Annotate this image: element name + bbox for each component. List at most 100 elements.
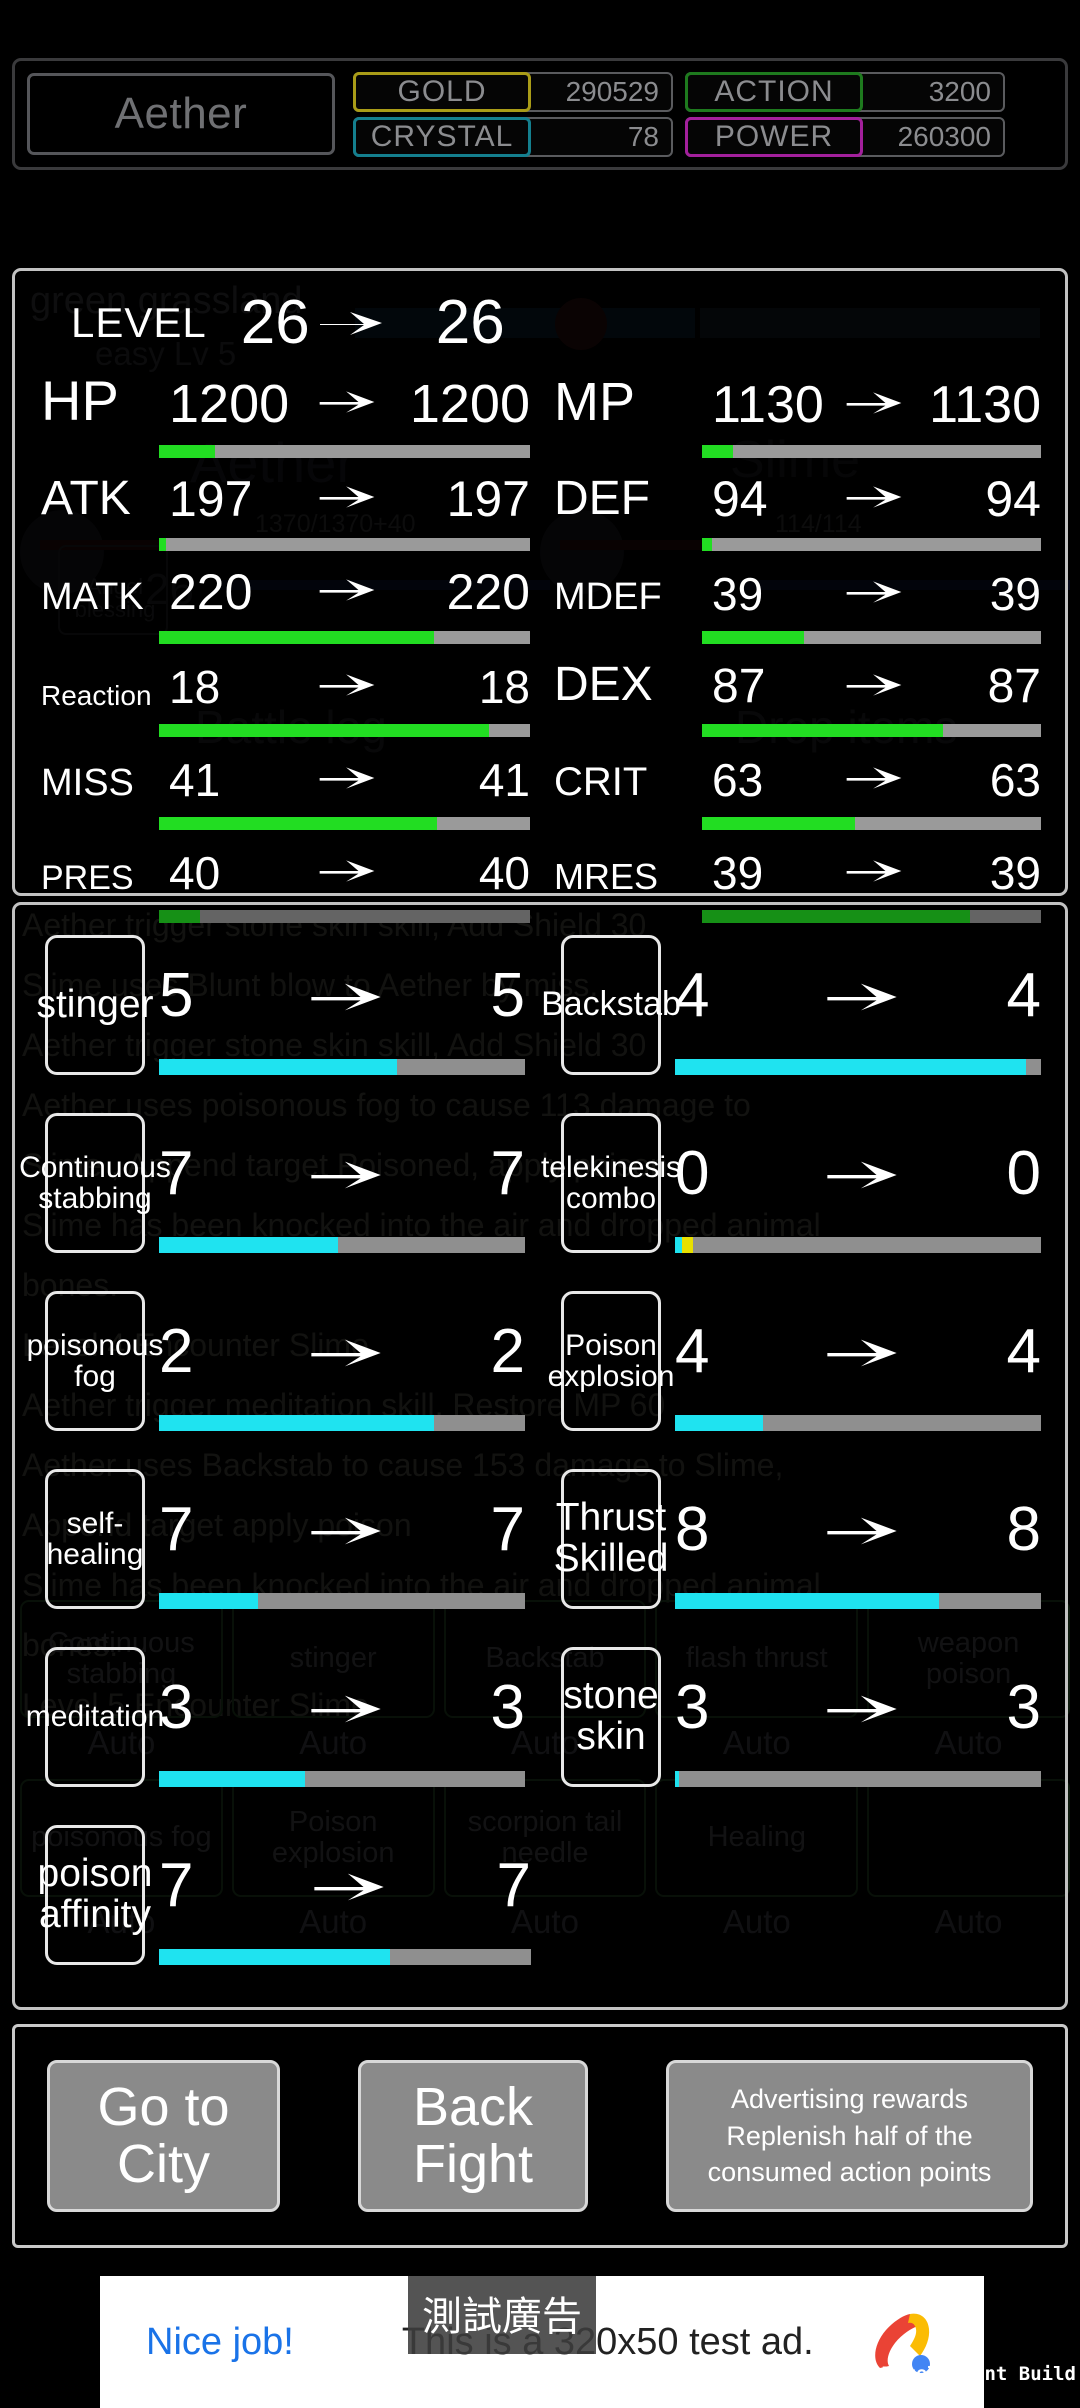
resource-action[interactable]: ACTION 3200 [685, 71, 1005, 112]
stat-bar-fill [159, 817, 438, 830]
arrow-right-icon [314, 1868, 384, 1902]
arrow-right-icon [311, 1690, 381, 1724]
arrow-right-icon [319, 387, 381, 421]
arrow-right-icon [846, 856, 908, 890]
skill-from-value: 4 [675, 1316, 710, 1386]
skill-to-value: 7 [490, 1138, 525, 1208]
skill-to-value: 3 [1006, 1672, 1041, 1742]
skill-values: 88 [675, 1483, 1041, 1575]
stat-row-miss: MISS 41 41 [41, 739, 530, 830]
stat-values-pres: 40 40 [159, 846, 530, 900]
ad-cta-text: Nice job! [146, 2321, 294, 2363]
arrow-right-icon [319, 856, 381, 890]
stat-row-def: DEF 94 94 [554, 460, 1041, 551]
stat-label-mdef: MDEF [554, 576, 662, 618]
stat-from-def: 94 [712, 471, 768, 527]
stat-label-def: DEF [554, 472, 650, 525]
skill-progress-fill [675, 1593, 939, 1609]
stat-label-hp: HP [41, 369, 119, 432]
skill-to-value: 2 [490, 1316, 525, 1386]
skill-button[interactable]: poison affinity [38, 1825, 152, 1965]
arrow-right-icon [319, 670, 381, 704]
skill-progress-fill [159, 1771, 306, 1787]
skills-panel: stinger 5 5 Backstab 4 4 Continuous stabbing 7 7… [12, 902, 1068, 2010]
skill-progress-bar [675, 1593, 1041, 1609]
back-fight-button[interactable]: Back Fight [358, 2060, 589, 2212]
stat-bar-dex [702, 724, 1041, 737]
skill-cell: meditation 3 3 [26, 1637, 533, 1809]
stat-row-crit: CRIT 63 63 [554, 739, 1041, 830]
skill-from-value: 7 [159, 1494, 194, 1564]
level-to-value: 26 [435, 288, 505, 357]
stat-label-atk: ATK [41, 472, 131, 525]
stat-label-pres: PRES [41, 859, 134, 897]
skill-button[interactable]: Backstab [541, 935, 681, 1075]
skill-cell: stone skin 3 3 [547, 1637, 1049, 1809]
skill-button[interactable]: self-healing [45, 1469, 145, 1609]
stat-from-mdef: 39 [712, 568, 764, 620]
ad-banner-area: Nice job! This is a 320x50 test ad. 測試廣告 [0, 2256, 1080, 2408]
skill-to-value: 5 [490, 960, 525, 1030]
stat-bar-fill [702, 445, 733, 458]
skill-cell: Backstab 4 4 [541, 925, 1049, 1097]
skill-cell: Poison explosion 4 4 [547, 1281, 1049, 1453]
skill-button[interactable]: stinger [36, 935, 154, 1075]
skill-button[interactable]: Continuous stabbing [19, 1113, 171, 1253]
skill-progress-fill [675, 1237, 683, 1253]
stat-values-dex: 87 87 [702, 659, 1041, 714]
skill-progress-bar [675, 1415, 1041, 1431]
stat-label-crit: CRIT [554, 760, 648, 804]
skill-to-value: 0 [1006, 1138, 1041, 1208]
stat-values-miss: 41 41 [159, 753, 530, 807]
arrow-right-icon [827, 1690, 897, 1724]
stat-values-crit: 63 63 [702, 753, 1041, 807]
skill-cell: telekinesis combo 0 0 [541, 1103, 1049, 1275]
stat-row-mdef: MDEF 39 39 [554, 553, 1041, 644]
stat-from-matk: 220 [169, 564, 253, 620]
skill-cell: self-healing 7 7 [31, 1459, 533, 1631]
stat-bar-def [702, 538, 1041, 551]
arrow-right-icon [827, 1334, 897, 1368]
skill-button[interactable]: poisonous fog [27, 1291, 163, 1431]
skill-progress-fill [159, 1059, 397, 1075]
skill-button[interactable]: meditation [26, 1647, 164, 1787]
skill-cell: poisonous fog 2 2 [27, 1281, 533, 1453]
arrow-right-icon [827, 1512, 897, 1546]
ad-reward-button[interactable]: Advertising rewards Replenish half of th… [666, 2060, 1033, 2212]
resource-gold-label: GOLD [353, 71, 531, 112]
stat-bar-mp [702, 445, 1041, 458]
arrow-right-icon [311, 1334, 381, 1368]
player-name: Aether [114, 89, 248, 138]
stats-column-left: HP 1200 1200 ATK 197 197 MATK 220 220 Reaction 18 1… [15, 367, 540, 925]
stat-label-rea: Reaction [41, 680, 152, 711]
skill-progress-marker [682, 1237, 694, 1253]
skill-from-value: 5 [159, 960, 194, 1030]
stat-to-matk: 220 [446, 564, 530, 620]
skill-progress-bar [159, 1059, 525, 1075]
stat-to-mp: 1130 [929, 376, 1041, 434]
go-to-city-button[interactable]: Go to City [47, 2060, 280, 2212]
player-name-box[interactable]: Aether [27, 73, 335, 155]
development-build-watermark: Development Build [881, 2363, 1076, 2385]
skill-to-value: 3 [490, 1672, 525, 1742]
stat-label-miss: MISS [41, 762, 134, 804]
skill-progress-bar [675, 1059, 1041, 1075]
skill-from-value: 7 [159, 1850, 194, 1920]
arrow-right-icon [846, 577, 908, 611]
skill-row: self-healing 7 7 Thrust Skilled 8 8 [31, 1459, 1049, 1631]
resource-gold-value: 290529 [565, 75, 659, 107]
stat-from-mres: 39 [712, 847, 764, 899]
resource-power[interactable]: POWER 260300 [685, 116, 1005, 157]
stat-to-def: 94 [985, 471, 1041, 527]
skill-button[interactable]: Thrust Skilled [554, 1469, 668, 1609]
resource-gold[interactable]: GOLD 290529 [353, 71, 673, 112]
resource-crystal[interactable]: CRYSTAL 78 [353, 116, 673, 157]
skill-button[interactable]: Poison explosion [548, 1291, 674, 1431]
skill-progress-fill [159, 1949, 390, 1965]
resource-action-label: ACTION [685, 71, 863, 112]
skill-cell: stinger 5 5 [31, 925, 533, 1097]
skill-values: 77 [159, 1839, 531, 1931]
arrow-right-icon [319, 763, 381, 797]
skill-button[interactable]: stone skin [561, 1647, 661, 1787]
skill-button[interactable]: telekinesis combo [541, 1113, 681, 1253]
